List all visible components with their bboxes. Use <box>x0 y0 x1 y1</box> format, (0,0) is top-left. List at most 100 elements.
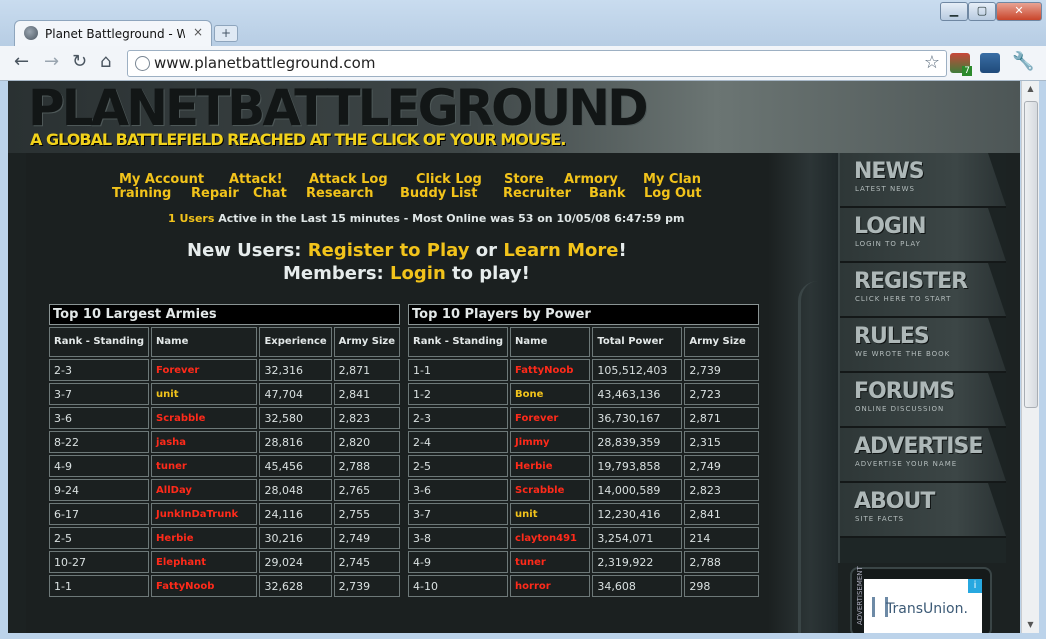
player-name-link[interactable]: Forever <box>510 407 591 429</box>
minimize-button[interactable]: ▁ <box>940 2 968 21</box>
player-name-link[interactable]: jasha <box>151 431 258 453</box>
forward-icon[interactable]: → <box>44 52 59 72</box>
sidebar-item-advertise[interactable]: ADVERTISE ADVERTISE YOUR NAME <box>840 428 1006 483</box>
player-name-link[interactable]: AllDay <box>151 479 258 501</box>
url-text[interactable]: www.planetbattleground.com <box>154 54 375 72</box>
address-bar[interactable]: www.planetbattleground.com ☆ <box>127 50 947 77</box>
close-window-button[interactable]: ✕ <box>996 2 1042 21</box>
bookmark-star-icon[interactable]: ☆ <box>924 52 940 73</box>
online-status: 1 Users Active in the Last 15 minutes - … <box>168 212 685 225</box>
army-size-cell: 2,788 <box>333 455 400 477</box>
army-size-cell: 2,823 <box>684 479 759 501</box>
army-size-cell: 2,749 <box>333 527 400 549</box>
scroll-down-icon[interactable]: ▼ <box>1022 617 1039 633</box>
home-icon[interactable]: ⌂ <box>100 52 111 72</box>
player-name-link[interactable]: FattyNoob <box>510 359 591 381</box>
player-name-link[interactable]: Forever <box>151 359 258 381</box>
player-name-link[interactable]: JunkInDaTrunk <box>151 503 258 525</box>
register-link[interactable]: Register to Play <box>308 240 470 261</box>
browser-tab[interactable]: Planet Battleground - World × <box>14 20 212 47</box>
stat-cell: 14,000,589 <box>592 479 683 501</box>
rank-cell: 3-6 <box>49 407 150 429</box>
menu-recruiter[interactable]: Recruiter <box>503 186 571 201</box>
close-tab-icon[interactable]: × <box>193 25 203 39</box>
col-army-size: Army Size <box>333 327 400 357</box>
menu-repair[interactable]: Repair <box>191 186 239 201</box>
col-rank: Rank - Standing <box>49 327 150 357</box>
menu-my-clan[interactable]: My Clan <box>643 172 701 187</box>
stat-cell: 3,254,071 <box>592 527 683 549</box>
reload-icon[interactable]: ↻ <box>72 52 87 72</box>
menu-log-out[interactable]: Log Out <box>644 186 702 201</box>
menu-bank[interactable]: Bank <box>589 186 626 201</box>
rank-cell: 4-9 <box>408 551 509 573</box>
player-name-link[interactable]: Herbie <box>151 527 258 549</box>
learn-more-link[interactable]: Learn More <box>503 240 618 261</box>
player-name-link[interactable]: tuner <box>151 455 258 477</box>
player-name-link[interactable]: unit <box>151 383 258 405</box>
menu-buddy-list[interactable]: Buddy List <box>400 186 477 201</box>
maximize-button[interactable]: ▢ <box>968 2 996 21</box>
menu-armory[interactable]: Armory <box>564 172 618 187</box>
player-name-link[interactable]: FattyNoob <box>151 575 258 597</box>
menu-my-account[interactable]: My Account <box>119 172 204 187</box>
menu-chat[interactable]: Chat <box>253 186 287 201</box>
menu-attack[interactable]: Attack! <box>229 172 283 187</box>
player-name-link[interactable]: Bone <box>510 383 591 405</box>
table-row: 8-22 jasha 28,816 2,820 <box>49 431 400 453</box>
vertical-scrollbar[interactable]: ▲ ▼ <box>1021 81 1039 633</box>
player-name-link[interactable]: Jimmy <box>510 431 591 453</box>
col-name: Name <box>151 327 258 357</box>
stat-cell: 105,512,403 <box>592 359 683 381</box>
sidebar-item-register[interactable]: REGISTER CLICK HERE TO START <box>840 263 1006 318</box>
menu-attack-log[interactable]: Attack Log <box>309 172 388 187</box>
globe-icon <box>24 26 38 40</box>
extension-icon[interactable]: 7 <box>950 53 972 76</box>
player-name-link[interactable]: unit <box>510 503 591 525</box>
table-row: 4-9 tuner 2,319,922 2,788 <box>408 551 759 573</box>
new-tab-button[interactable]: + <box>214 25 238 42</box>
table-row: 1-1 FattyNoob 32,628 2,739 <box>49 575 400 597</box>
table-row: 3-6 Scrabble 32,580 2,823 <box>49 407 400 429</box>
player-name-link[interactable]: Elephant <box>151 551 258 573</box>
scrollbar-thumb[interactable] <box>1024 101 1038 408</box>
army-size-cell: 2,745 <box>333 551 400 573</box>
sidebar-item-rules[interactable]: RULES WE WROTE THE BOOK <box>840 318 1006 373</box>
table-row: 6-17 JunkInDaTrunk 24,116 2,755 <box>49 503 400 525</box>
ad-info-icon[interactable]: i <box>968 579 982 593</box>
ad-banner[interactable]: TransUnion. i <box>864 579 982 633</box>
back-icon[interactable]: ← <box>14 52 29 72</box>
player-name-link[interactable]: clayton491 <box>510 527 591 549</box>
menu-store[interactable]: Store <box>504 172 544 187</box>
wrench-icon[interactable]: 🔧 <box>1012 52 1034 72</box>
player-name-link[interactable]: Scrabble <box>151 407 258 429</box>
sidebar-item-news[interactable]: NEWS LATEST NEWS <box>840 153 1006 208</box>
sidebar-item-login[interactable]: LOGIN LOGIN TO PLAY <box>840 208 1006 263</box>
menu-click-log[interactable]: Click Log <box>416 172 482 187</box>
army-size-cell: 2,755 <box>333 503 400 525</box>
player-name-link[interactable]: horror <box>510 575 591 597</box>
sidebar-item-forums[interactable]: FORUMS ONLINE DISCUSSION <box>840 373 1006 428</box>
rank-cell: 3-7 <box>408 503 509 525</box>
window-extension-icon[interactable] <box>980 53 1000 73</box>
players-by-power-table: Top 10 Players by Power Rank - Standing … <box>406 302 761 599</box>
army-size-cell: 2,723 <box>684 383 759 405</box>
stat-cell: 28,839,359 <box>592 431 683 453</box>
player-name-link[interactable]: tuner <box>510 551 591 573</box>
player-name-link[interactable]: Herbie <box>510 455 591 477</box>
player-name-link[interactable]: Scrabble <box>510 479 591 501</box>
rank-cell: 9-24 <box>49 479 150 501</box>
menu-training[interactable]: Training <box>112 186 171 201</box>
rank-cell: 3-6 <box>408 479 509 501</box>
col-name: Name <box>510 327 591 357</box>
table-row: 4-9 tuner 45,456 2,788 <box>49 455 400 477</box>
sidebar-item-about[interactable]: ABOUT SITE FACTS <box>840 483 1006 538</box>
browser-titlebar: Planet Battleground - World × + ▁ ▢ ✕ <box>0 0 1046 47</box>
army-size-cell: 2,739 <box>684 359 759 381</box>
extension-badge: 7 <box>962 66 972 76</box>
online-count[interactable]: 1 Users <box>168 212 214 225</box>
scroll-up-icon[interactable]: ▲ <box>1022 81 1039 97</box>
login-link[interactable]: Login <box>390 263 446 284</box>
menu-research[interactable]: Research <box>306 186 374 201</box>
site-logo[interactable]: PLANETBATTLEGROUND <box>28 81 649 137</box>
